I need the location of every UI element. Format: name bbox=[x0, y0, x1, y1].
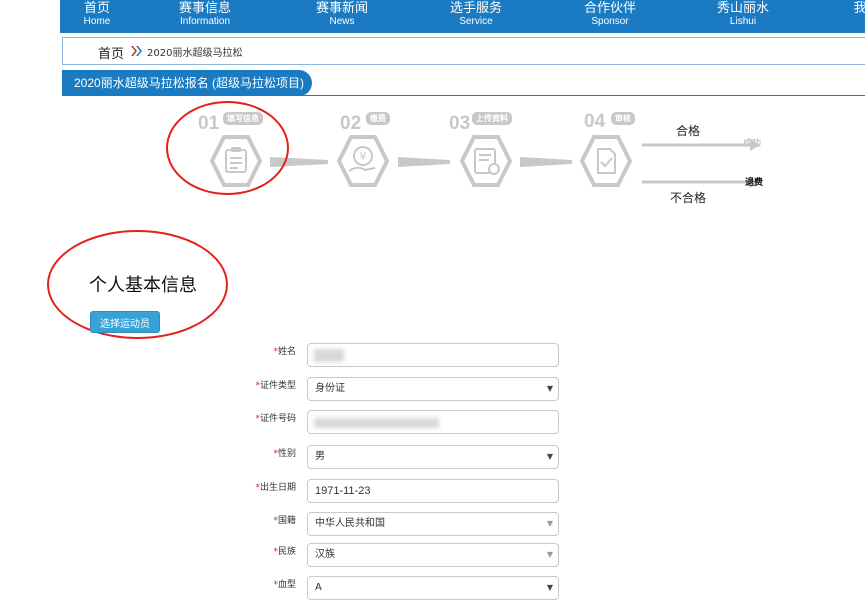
id-type-label: *证件类型 bbox=[255, 381, 296, 391]
nationality-value: 中华人民共和国 bbox=[315, 518, 385, 529]
breadcrumb-current: 2020丽水超级马拉松 bbox=[147, 48, 243, 59]
step-4-number: 04 bbox=[584, 111, 606, 132]
ethnicity-label: *民族 bbox=[273, 547, 296, 557]
caret-down-icon: ▼ bbox=[546, 550, 553, 559]
nav-sponsor[interactable]: 合作伙伴 Sponsor bbox=[565, 1, 655, 28]
caret-down-icon: ▼ bbox=[546, 452, 553, 461]
nav-service-cn: 选手服务 bbox=[449, 1, 502, 16]
form-row-nationality: *国籍 中华人民共和国 ▼ bbox=[0, 511, 865, 537]
select-athlete-button[interactable]: 选择运动员 bbox=[90, 311, 160, 333]
double-chevron-icon bbox=[131, 46, 142, 56]
birthdate-label: *出生日期 bbox=[255, 483, 296, 493]
nav-home-en: Home bbox=[83, 16, 111, 27]
nav-me[interactable]: 我 bbox=[850, 1, 865, 16]
fail-label: 不合格 bbox=[670, 191, 707, 205]
ethnicity-value: 汉族 bbox=[315, 549, 335, 560]
pass-result: 成功 bbox=[743, 139, 762, 149]
id-number-label: *证件号码 bbox=[255, 414, 296, 424]
form-row-ethnicity: *民族 汉族 ▼ bbox=[0, 542, 865, 568]
fail-arrow-icon bbox=[642, 176, 760, 188]
id-number-input[interactable] bbox=[307, 410, 559, 434]
nav-me-cn: 我 bbox=[853, 1, 865, 16]
nav-lishui-cn: 秀山丽水 bbox=[716, 1, 769, 16]
step-arrow-icon bbox=[520, 157, 572, 167]
gender-label: *性别 bbox=[273, 449, 296, 459]
birthdate-input[interactable]: 1971-11-23 bbox=[307, 479, 559, 503]
section-title: 个人基本信息 bbox=[89, 275, 197, 296]
check-document-icon bbox=[580, 135, 632, 187]
annotation-circle bbox=[166, 101, 289, 195]
nav-news-en: News bbox=[329, 16, 355, 27]
form-row-id-type: *证件类型 身份证 ▼ bbox=[0, 376, 865, 402]
name-input[interactable] bbox=[307, 343, 559, 367]
svg-text:¥: ¥ bbox=[360, 150, 367, 163]
id-type-select[interactable]: 身份证 ▼ bbox=[307, 377, 559, 401]
nav-lishui[interactable]: 秀山丽水 Lishui bbox=[698, 1, 788, 28]
breadcrumb: 首页 2020丽水超级马拉松 bbox=[62, 37, 865, 65]
form-row-id-number: *证件号码 bbox=[0, 409, 865, 435]
blood-label: *血型 bbox=[273, 580, 296, 590]
nav-news-cn: 赛事新闻 bbox=[315, 1, 368, 16]
step-2-number: 02 bbox=[340, 113, 362, 134]
nav-news[interactable]: 赛事新闻 News bbox=[297, 1, 387, 28]
redacted-text bbox=[314, 349, 344, 362]
pass-label: 合格 bbox=[676, 124, 701, 138]
payment-icon: ¥ bbox=[337, 135, 389, 187]
step-4-label: 审核 bbox=[611, 112, 635, 125]
certificate-icon bbox=[460, 135, 512, 187]
form-row-gender: *性别 男 ▼ bbox=[0, 444, 865, 470]
caret-down-icon: ▼ bbox=[546, 519, 553, 528]
name-label: *姓名 bbox=[273, 347, 296, 357]
form-row-name: *姓名 bbox=[0, 342, 865, 368]
nav-lishui-en: Lishui bbox=[729, 16, 757, 27]
fail-result: 退费 bbox=[745, 178, 764, 188]
form-row-blood: *血型 A ▼ bbox=[0, 575, 865, 601]
nav-sponsor-cn: 合作伙伴 bbox=[583, 1, 636, 16]
caret-down-icon: ▼ bbox=[546, 583, 553, 592]
nationality-select[interactable]: 中华人民共和国 ▼ bbox=[307, 512, 559, 536]
step-3-number: 03 bbox=[449, 113, 471, 134]
gender-select[interactable]: 男 ▼ bbox=[307, 445, 559, 469]
nav-information-en: Information bbox=[179, 16, 231, 27]
blood-select[interactable]: A ▼ bbox=[307, 576, 559, 600]
gender-value: 男 bbox=[315, 451, 325, 462]
title-divider bbox=[62, 95, 865, 96]
step-3-label: 上传资料 bbox=[472, 112, 512, 125]
nav-information-cn: 赛事信息 bbox=[178, 1, 231, 16]
form-row-birthdate: *出生日期 1971-11-23 bbox=[0, 478, 865, 504]
nav-service[interactable]: 选手服务 Service bbox=[431, 1, 521, 28]
caret-down-icon: ▼ bbox=[546, 384, 553, 393]
page-title: 2020丽水超级马拉松报名 (超级马拉松项目) bbox=[62, 70, 312, 96]
nav-service-en: Service bbox=[459, 16, 493, 27]
step-arrow-icon bbox=[398, 157, 450, 167]
birthdate-value: 1971-11-23 bbox=[315, 485, 371, 497]
blood-value: A bbox=[315, 582, 322, 593]
redacted-text bbox=[314, 418, 439, 428]
nationality-label: *国籍 bbox=[273, 516, 296, 526]
step-2-label: 缴费 bbox=[366, 112, 390, 125]
breadcrumb-home[interactable]: 首页 bbox=[98, 43, 124, 62]
ethnicity-select[interactable]: 汉族 ▼ bbox=[307, 543, 559, 567]
top-nav: 首页 Home 赛事信息 Information 赛事新闻 News 选手服务 … bbox=[60, 0, 865, 33]
nav-information[interactable]: 赛事信息 Information bbox=[160, 1, 250, 28]
nav-sponsor-en: Sponsor bbox=[591, 16, 629, 27]
id-type-value: 身份证 bbox=[315, 383, 345, 394]
nav-home-cn: 首页 bbox=[83, 1, 110, 16]
nav-home[interactable]: 首页 Home bbox=[52, 1, 142, 28]
